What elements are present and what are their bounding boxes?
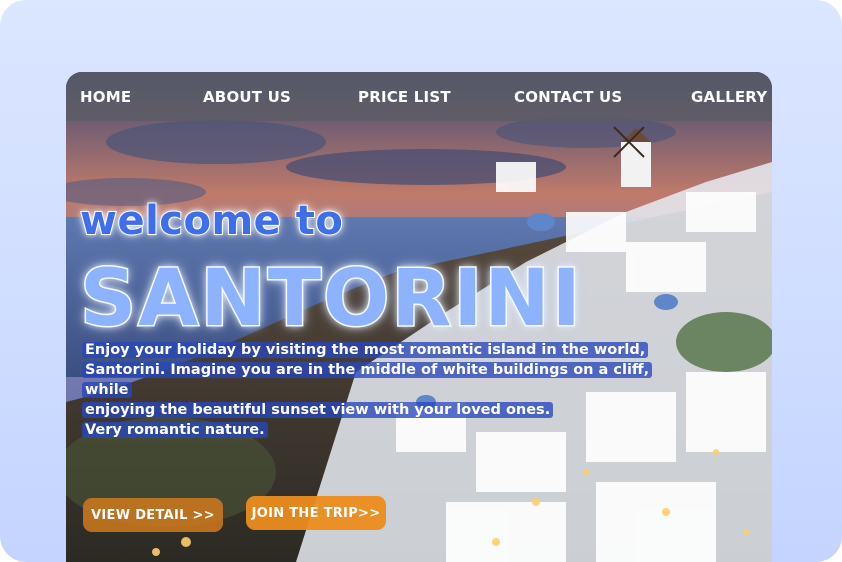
description-line: Very romantic nature. bbox=[82, 422, 268, 438]
join-trip-button[interactable]: JOIN THE TRIP>> bbox=[246, 496, 386, 530]
description-line: Santorini. Imagine you are in the middle… bbox=[82, 362, 653, 398]
nav-about-us[interactable]: ABOUT US bbox=[203, 88, 291, 106]
nav-home[interactable]: HOME bbox=[80, 88, 131, 106]
page-title: SANTORINI bbox=[79, 253, 583, 346]
page-background: HOME ABOUT US PRICE LIST CONTACT US GALL… bbox=[0, 0, 842, 562]
view-detail-button[interactable]: VIEW DETAIL >> bbox=[83, 498, 223, 532]
welcome-heading: welcome to bbox=[79, 197, 344, 245]
hero-description: Enjoy your holiday by visiting the most … bbox=[82, 340, 672, 440]
hero-banner: HOME ABOUT US PRICE LIST CONTACT US GALL… bbox=[66, 72, 772, 562]
nav-gallery[interactable]: GALLERY bbox=[691, 88, 767, 106]
nav-price-list[interactable]: PRICE LIST bbox=[358, 88, 451, 106]
nav-contact-us[interactable]: CONTACT US bbox=[514, 88, 622, 106]
description-line: Enjoy your holiday by visiting the most … bbox=[82, 342, 649, 358]
main-navigation: HOME ABOUT US PRICE LIST CONTACT US GALL… bbox=[66, 72, 772, 121]
description-line: enjoying the beautiful sunset view with … bbox=[82, 402, 554, 418]
